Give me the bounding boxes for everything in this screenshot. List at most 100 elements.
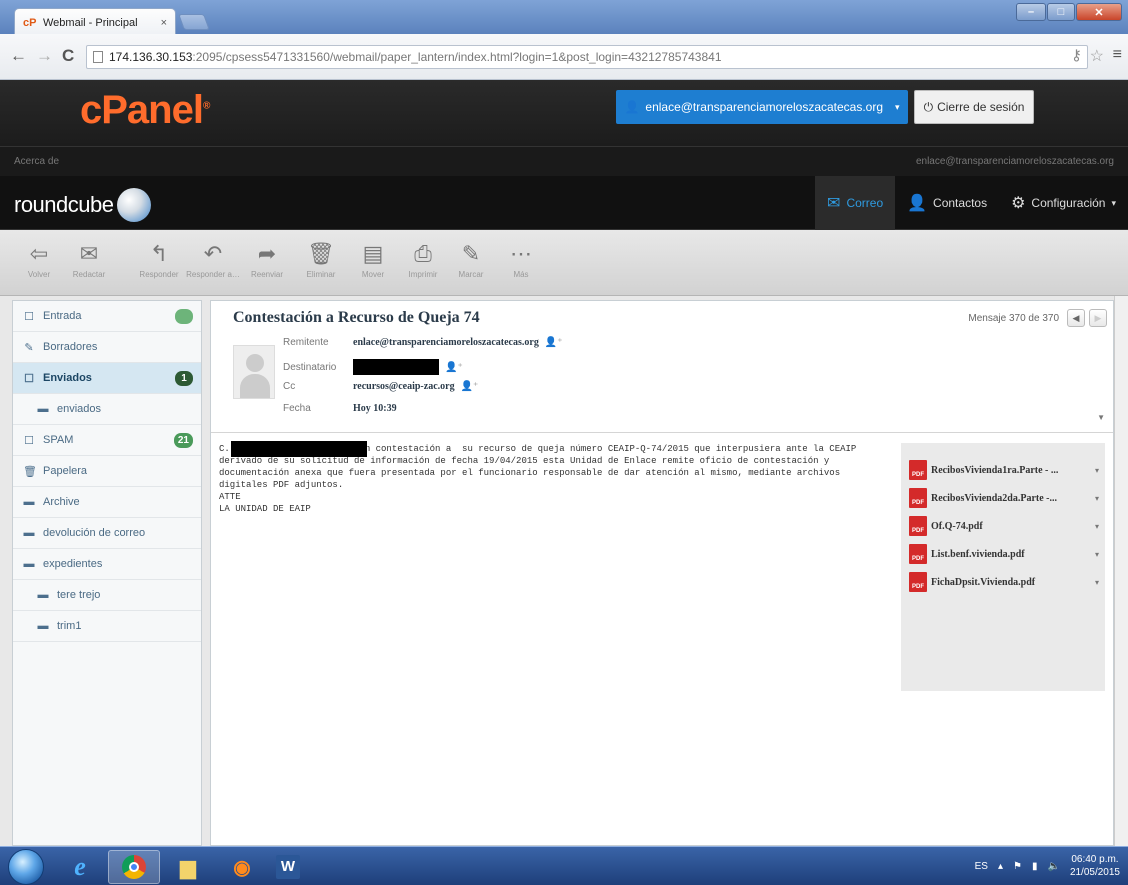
compose-button[interactable]: ✉ Redactar <box>62 240 116 279</box>
user-icon: 👤 <box>624 100 640 114</box>
user-menu-button[interactable]: 👤 enlace@transparenciamoreloszacatecas.o… <box>616 90 908 124</box>
prev-message-button[interactable]: ◀ <box>1067 309 1085 327</box>
caret-down-icon: ▾ <box>895 101 900 112</box>
move-button[interactable]: ▤ Mover <box>346 240 400 279</box>
body-line: ATTE <box>219 492 241 502</box>
reply-all-button[interactable]: ↶ Responder a… <box>186 240 240 279</box>
close-window-button[interactable]: ✕ <box>1076 3 1122 21</box>
cpanel-header: cPanel® 👤 enlace@transparenciamoreloszac… <box>0 80 1128 146</box>
about-bar: Acerca de enlace@transparenciamoreloszac… <box>0 146 1128 176</box>
more-button[interactable]: ⋯ Más <box>494 240 548 279</box>
browser-tab[interactable]: cP Webmail - Principal × <box>14 8 176 36</box>
clock[interactable]: 06:40 p.m. 21/05/2015 <box>1070 853 1120 879</box>
attachment-menu-icon[interactable]: ▾ <box>1095 466 1099 475</box>
attachment-item[interactable]: PDF FichaDpsit.Vivienda.pdf ▾ <box>909 569 1099 595</box>
network-icon[interactable]: ▮ <box>1032 861 1038 872</box>
tab-title: Webmail - Principal <box>43 16 138 29</box>
pdf-icon: PDF <box>909 572 927 592</box>
language-indicator[interactable]: ES <box>975 861 988 872</box>
cc-value[interactable]: recursos@ceaip-zac.org <box>353 381 455 392</box>
flag-icon[interactable]: ⚑ <box>1013 861 1022 872</box>
folder-item[interactable]: ▬ expedientes <box>13 549 201 580</box>
start-button[interactable] <box>8 849 44 885</box>
folder-item[interactable]: ✎ Borradores <box>13 332 201 363</box>
volume-icon[interactable]: 🔈 <box>1047 861 1059 872</box>
folder-item[interactable]: ▬ enviados <box>13 394 201 425</box>
add-contact-icon[interactable]: 👤⁺ <box>461 381 479 392</box>
minimize-button[interactable]: – <box>1016 3 1046 21</box>
media-player-icon[interactable]: ◉ <box>216 850 268 884</box>
folder-label: enviados <box>57 403 102 415</box>
add-contact-icon[interactable]: 👤⁺ <box>445 362 463 373</box>
compose-icon: ✉ <box>79 241 99 266</box>
folder-item[interactable]: ▬ trim1 <box>13 611 201 642</box>
attachment-item[interactable]: PDF RecibosVivienda1ra.Parte - ... ▾ <box>909 457 1099 483</box>
file-explorer-icon[interactable]: ▆ <box>162 850 214 884</box>
reply-all-icon: ↶ <box>203 241 223 266</box>
about-link[interactable]: Acerca de <box>14 156 59 167</box>
logout-button[interactable]: ⏻ Cierre de sesión <box>914 90 1034 124</box>
header-to-row: Destinatario 👤⁺ <box>283 359 463 375</box>
folder-item[interactable]: ☐ Entrada <box>13 301 201 332</box>
key-icon[interactable]: ⚷ <box>1071 46 1082 64</box>
folder-item[interactable]: ☐ SPAM 21 <box>13 425 201 456</box>
back-button[interactable]: ⇦ Volver <box>12 240 66 279</box>
folder-item[interactable]: ▬ devolución de correo <box>13 518 201 549</box>
folder-item[interactable]: 🗑 Papelera <box>13 456 201 487</box>
attachment-item[interactable]: PDF Of.Q-74.pdf ▾ <box>909 513 1099 539</box>
page-scrollbar[interactable] <box>1114 296 1128 846</box>
attachment-menu-icon[interactable]: ▾ <box>1095 522 1099 531</box>
from-value[interactable]: enlace@transparenciamoreloszacatecas.org <box>353 337 539 348</box>
attachment-menu-icon[interactable]: ▾ <box>1095 578 1099 587</box>
cpanel-logo[interactable]: cPanel® <box>80 88 210 133</box>
nav-mail[interactable]: ✉ Correo <box>815 176 896 230</box>
back-arrow-icon: ⇦ <box>29 241 49 266</box>
reload-icon[interactable]: C <box>62 46 74 66</box>
chrome-icon[interactable] <box>108 850 160 884</box>
nav-settings[interactable]: ⚙ Configuración ▾ <box>999 176 1128 230</box>
browser-titlebar: cP Webmail - Principal × – □ ✕ <box>0 0 1128 36</box>
delete-button[interactable]: 🗑 Eliminar <box>294 240 348 279</box>
forward-icon[interactable]: → <box>36 46 53 66</box>
folder-item[interactable]: ▬ Archive <box>13 487 201 518</box>
expand-headers-icon[interactable]: ▼ <box>1097 413 1105 422</box>
forward-button[interactable]: ➦ Reenviar <box>240 240 294 279</box>
tray-arrow-icon[interactable]: ▴ <box>998 861 1003 872</box>
new-tab-button[interactable] <box>178 14 210 30</box>
more-icon: ⋯ <box>510 241 532 266</box>
spam-icon: ☐ <box>24 434 34 447</box>
address-bar[interactable]: 174.136.30.153:2095/cpsess5471331560/web… <box>86 45 1088 69</box>
page-icon <box>93 51 103 63</box>
attachment-item[interactable]: PDF List.benf.vivienda.pdf ▾ <box>909 541 1099 567</box>
window-controls: – □ ✕ <box>1016 3 1122 21</box>
header-from-row: Remitente enlace@transparenciamoreloszac… <box>283 337 563 348</box>
attachment-menu-icon[interactable]: ▾ <box>1095 494 1099 503</box>
maximize-button[interactable]: □ <box>1047 3 1075 21</box>
roundcube-logo[interactable]: roundcube <box>14 188 152 222</box>
reply-icon: ↰ <box>149 241 169 266</box>
sender-avatar <box>233 345 275 399</box>
mark-button[interactable]: ✎ Marcar <box>444 240 498 279</box>
next-message-button[interactable]: ▶ <box>1089 309 1107 327</box>
mark-label: Marcar <box>458 270 484 279</box>
nav-settings-label: Configuración <box>1031 196 1106 210</box>
nav-contacts[interactable]: 👤 Contactos <box>895 176 999 230</box>
bookmark-star-icon[interactable]: ☆ <box>1090 46 1104 66</box>
back-icon[interactable]: ← <box>10 46 27 66</box>
internet-explorer-icon[interactable]: e <box>54 850 106 884</box>
add-contact-icon[interactable]: 👤⁺ <box>545 337 563 348</box>
tab-close-icon[interactable]: × <box>161 17 167 29</box>
url-host: 174.136.30.153 <box>109 50 193 64</box>
print-button[interactable]: ⎙ Imprimir <box>396 240 450 279</box>
folder-item[interactable]: ☐ Enviados 1 <box>13 363 201 394</box>
attachment-menu-icon[interactable]: ▾ <box>1095 550 1099 559</box>
reply-button[interactable]: ↰ Responder <box>132 240 186 279</box>
archive-icon: ▬ <box>23 496 35 508</box>
folder-item[interactable]: ▬ tere trejo <box>13 580 201 611</box>
attachment-item[interactable]: PDF RecibosVivienda2da.Parte -... ▾ <box>909 485 1099 511</box>
word-icon[interactable]: W <box>262 850 314 884</box>
roundcube-header: roundcube ✉ Correo 👤 Contactos ⚙ Configu… <box>0 176 1128 230</box>
browser-menu-icon[interactable]: ≡ <box>1113 46 1122 64</box>
browser-toolbar: ← → C 174.136.30.153:2095/cpsess54713315… <box>0 34 1128 80</box>
windows-taskbar: e ▆ ◉ W ES ▴ ⚑ ▮ 🔈 06:40 p.m. 21/05/2015 <box>0 846 1128 885</box>
